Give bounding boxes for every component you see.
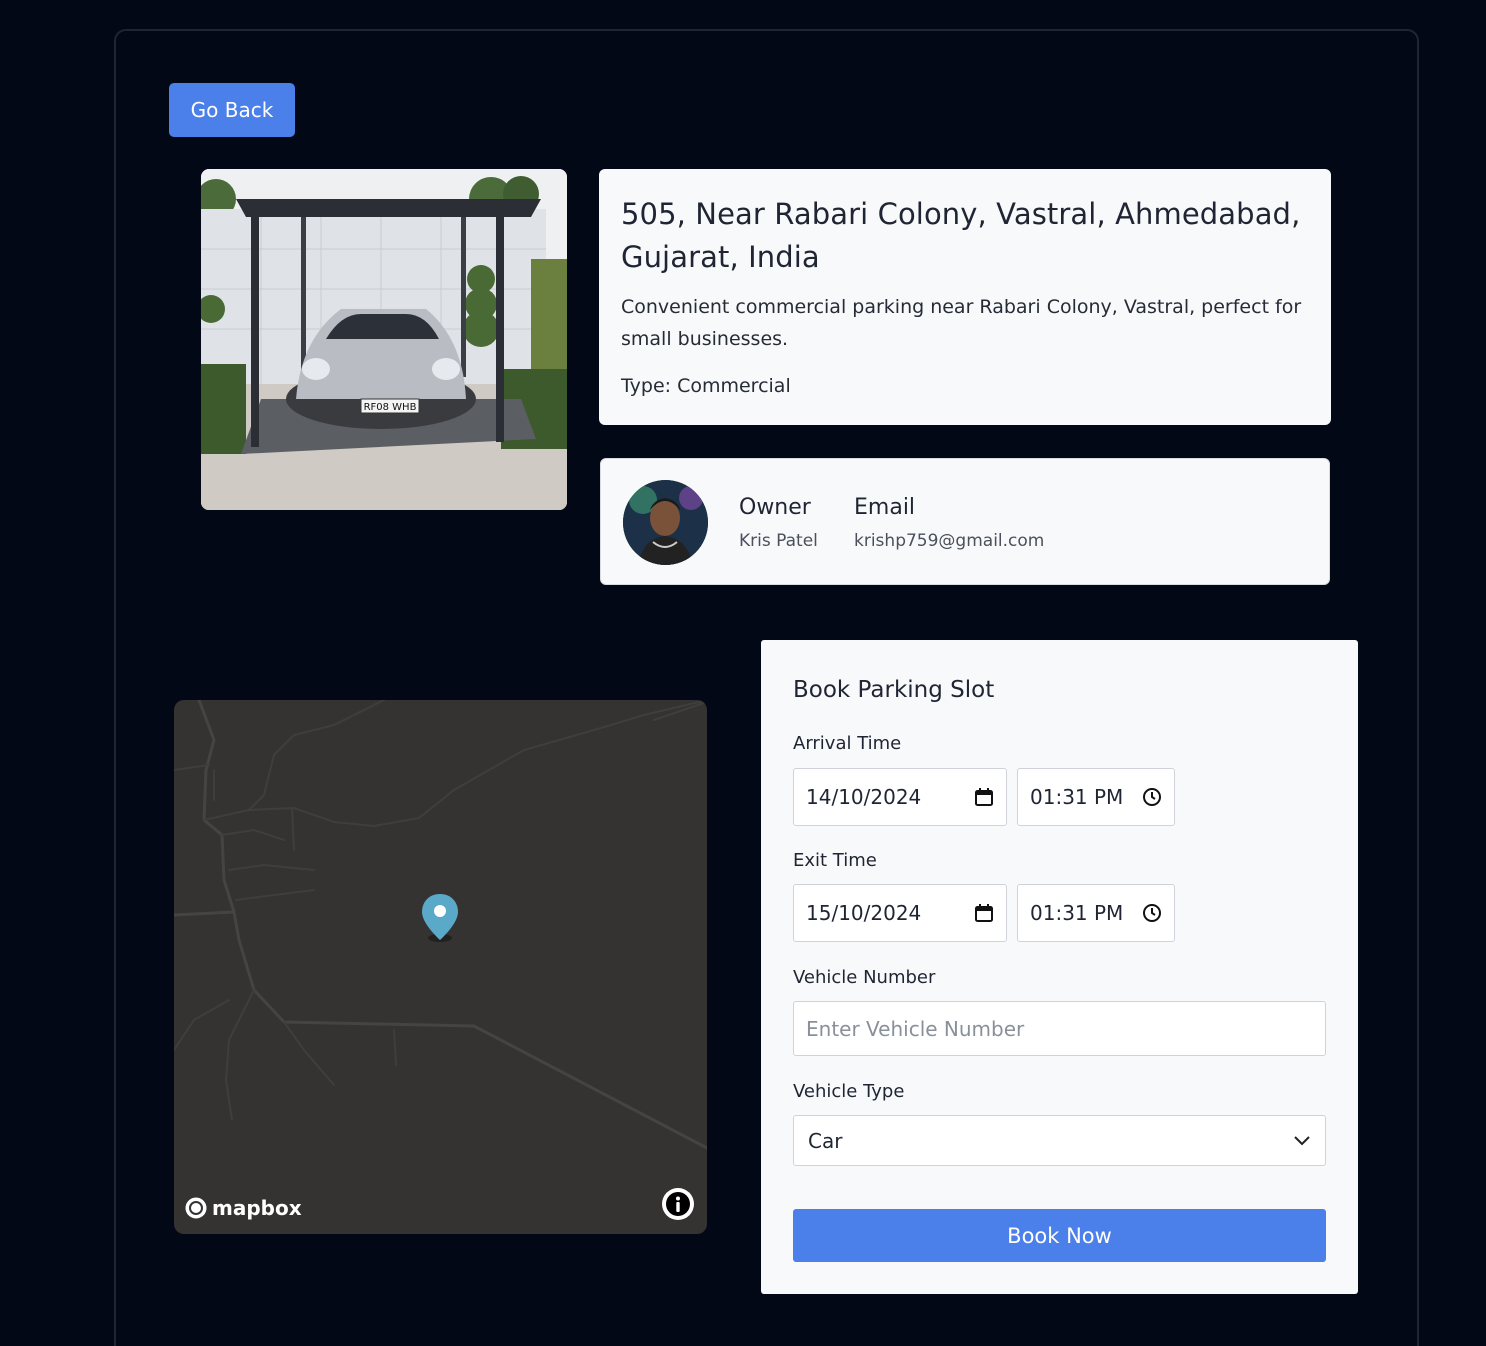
calendar-icon[interactable] <box>974 787 994 807</box>
vehicle-number-input[interactable]: Enter Vehicle Number <box>793 1001 1326 1056</box>
chevron-down-icon <box>1294 1135 1310 1145</box>
parking-photo: RF08 WHB <box>201 169 567 510</box>
avatar <box>623 480 708 565</box>
owner-label: Owner <box>739 495 811 520</box>
clock-icon[interactable] <box>1142 787 1162 807</box>
booking-form: Book Parking Slot Arrival Time 14/10/202… <box>761 640 1358 1294</box>
exit-time-input[interactable]: 01:31 PM <box>1017 884 1175 942</box>
arrival-date-value: 14/10/2024 <box>806 785 922 809</box>
booking-title: Book Parking Slot <box>793 677 995 703</box>
clock-icon[interactable] <box>1142 903 1162 923</box>
arrival-time-input[interactable]: 01:31 PM <box>1017 768 1175 826</box>
listing-description: Convenient commercial parking near Rabar… <box>621 296 1302 350</box>
owner-card: Owner Kris Patel Email krishp759@gmail.c… <box>600 458 1330 585</box>
arrival-time-label: Arrival Time <box>793 733 902 754</box>
listing-info-card: 505, Near Rabari Colony, Vastral, Ahmeda… <box>599 169 1331 425</box>
listing-address: 505, Near Rabari Colony, Vastral, Ahmeda… <box>621 197 1301 274</box>
owner-name: Kris Patel <box>739 531 818 551</box>
exit-time-value: 01:31 PM <box>1030 901 1124 925</box>
map-pin-icon[interactable] <box>420 892 460 944</box>
calendar-icon[interactable] <box>974 903 994 923</box>
exit-date-input[interactable]: 15/10/2024 <box>793 884 1007 942</box>
license-plate-text: RF08 WHB <box>364 402 417 413</box>
vehicle-number-label: Vehicle Number <box>793 967 936 988</box>
vehicle-type-value: Car <box>808 1128 843 1153</box>
vehicle-number-placeholder: Enter Vehicle Number <box>806 1016 1025 1041</box>
vehicle-type-select[interactable]: Car <box>793 1115 1326 1166</box>
book-now-button[interactable]: Book Now <box>793 1209 1326 1262</box>
email-label: Email <box>854 495 916 520</box>
arrival-time-value: 01:31 PM <box>1030 785 1124 809</box>
arrival-date-input[interactable]: 14/10/2024 <box>793 768 1007 826</box>
location-map[interactable]: mapbox <box>174 700 707 1234</box>
vehicle-type-label: Vehicle Type <box>793 1081 905 1102</box>
listing-type: Type: Commercial <box>621 375 791 397</box>
mapbox-logo[interactable]: mapbox <box>184 1196 302 1220</box>
go-back-button[interactable]: Go Back <box>169 83 295 137</box>
owner-email[interactable]: krishp759@gmail.com <box>854 531 1044 551</box>
map-attribution: mapbox <box>212 1196 302 1220</box>
exit-date-value: 15/10/2024 <box>806 901 922 925</box>
info-icon[interactable] <box>662 1188 694 1220</box>
mapbox-icon <box>184 1196 208 1220</box>
exit-time-label: Exit Time <box>793 850 877 871</box>
